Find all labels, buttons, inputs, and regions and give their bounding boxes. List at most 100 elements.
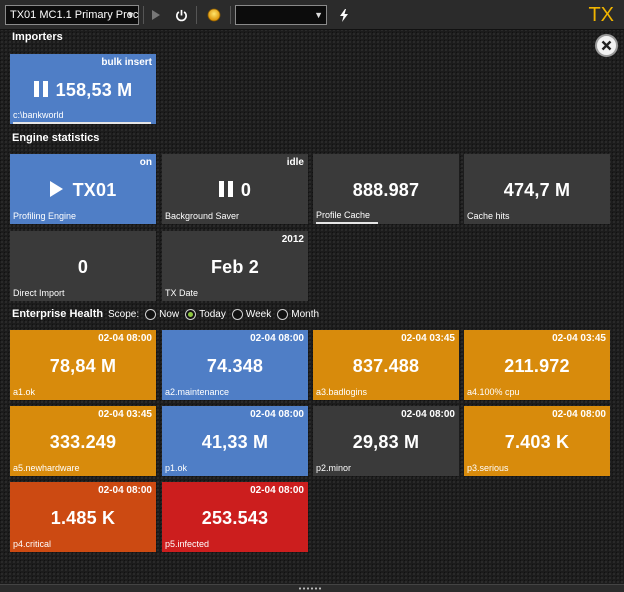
health-tile-a1-ok[interactable]: 02-04 08:00 78,84 M a1.ok [10, 330, 156, 400]
status-light-icon [207, 8, 221, 22]
toolbar-divider [196, 6, 197, 24]
tile-value: 78,84 M [49, 356, 117, 376]
resize-grip-icon[interactable] [298, 587, 322, 590]
engine-tile-profile-cache[interactable]: 888.987 Profile Cache [313, 154, 459, 224]
scope-radio-month[interactable]: Month [277, 308, 319, 320]
tile-value: 41,33 M [201, 432, 269, 452]
flash-button[interactable] [334, 5, 354, 25]
tile-value: Feb 2 [210, 257, 259, 277]
health-tile-a4-cpu[interactable]: 02-04 03:45 211.972 a4.100% cpu [464, 330, 610, 400]
status-light-button[interactable] [204, 5, 224, 25]
tile-value: 158,53 M [10, 80, 156, 101]
tile-timestamp: 02-04 08:00 [250, 409, 304, 420]
engine-tile-direct-import[interactable]: 0 Direct Import [10, 231, 156, 301]
importer-tile-bankworld[interactable]: bulk insert 158,53 M c:\bankworld [10, 54, 156, 124]
health-tile-p2-minor[interactable]: 02-04 08:00 29,83 M p2.minor [313, 406, 459, 476]
tile-status: bulk insert [101, 57, 152, 68]
tile-value: 0 [162, 180, 308, 201]
play-icon [152, 10, 160, 20]
close-icon [601, 40, 612, 51]
instance-select-value: TX01 MC1.1 Primary Proces [10, 9, 139, 21]
pause-icon [33, 81, 48, 97]
tile-label: TX Date [165, 288, 199, 298]
tile-timestamp: 02-04 08:00 [98, 333, 152, 344]
scope-label: Scope: [108, 308, 140, 320]
tile-value: 74.348 [206, 356, 264, 376]
tile-timestamp: 02-04 08:00 [250, 485, 304, 496]
tile-value: 1.485 K [50, 508, 116, 528]
tile-status: idle [286, 157, 304, 168]
tile-label: Profile Cache [316, 210, 371, 220]
play-button[interactable] [146, 5, 166, 25]
cache-fill-bar [316, 222, 378, 224]
mode-select[interactable]: ▼ [235, 5, 327, 25]
tile-label: p3.serious [467, 463, 509, 473]
power-button[interactable] [171, 5, 191, 25]
radio-icon [231, 308, 243, 320]
tile-label: c:\bankworld [13, 110, 64, 120]
tile-label: a2.maintenance [165, 387, 230, 397]
scope-radio-week[interactable]: Week [231, 308, 271, 320]
tile-value: 253.543 [201, 508, 269, 528]
tile-label: a3.badlogins [316, 387, 368, 397]
tile-label: p5.infected [165, 539, 210, 549]
health-tile-p3-serious[interactable]: 02-04 08:00 7.403 K p3.serious [464, 406, 610, 476]
tile-value: 29,83 M [352, 432, 420, 452]
tile-label: a4.100% cpu [467, 387, 520, 397]
import-progress-bar [13, 122, 151, 124]
tile-label: a1.ok [13, 387, 36, 397]
status-bar [0, 584, 624, 592]
health-tile-a3-badlogins[interactable]: 02-04 03:45 837.488 a3.badlogins [313, 330, 459, 400]
tile-timestamp: 02-04 08:00 [401, 409, 455, 420]
pause-icon [218, 181, 233, 197]
tile-value: 837.488 [352, 356, 420, 376]
instance-select[interactable]: TX01 MC1.1 Primary Proces ▼ [5, 5, 139, 25]
lightning-icon [340, 8, 348, 22]
engine-tile-profiling-engine[interactable]: on TX01 Profiling Engine [10, 154, 156, 224]
health-tile-a5-newhardware[interactable]: 02-04 03:45 333.249 a5.newhardware [10, 406, 156, 476]
tile-value: 211.972 [504, 356, 570, 376]
chevron-down-icon: ▼ [126, 10, 135, 20]
tile-status: 2012 [281, 234, 304, 245]
scope-radio-now[interactable]: Now [145, 308, 179, 320]
health-tile-p4-critical[interactable]: 02-04 08:00 1.485 K p4.critical [10, 482, 156, 552]
tile-value: 0 [77, 257, 89, 277]
tile-label: Cache hits [467, 211, 510, 221]
radio-selected-icon [185, 308, 197, 320]
brand-logo: TX [588, 4, 614, 26]
power-icon [175, 9, 187, 21]
close-button[interactable] [595, 34, 618, 57]
tile-timestamp: 02-04 08:00 [552, 409, 606, 420]
toolbar-divider [143, 6, 144, 24]
scope-selector: Scope: Now Today Week Month [108, 307, 325, 321]
tile-value: 888.987 [352, 180, 420, 200]
tile-label: p1.ok [165, 463, 188, 473]
toolbar-divider [230, 6, 231, 24]
tile-timestamp: 02-04 03:45 [401, 333, 455, 344]
engine-tile-background-saver[interactable]: idle 0 Background Saver [162, 154, 308, 224]
tile-value: 333.249 [49, 432, 117, 452]
radio-icon [277, 308, 289, 320]
tile-label: p4.critical [13, 539, 52, 549]
engine-statistics-title: Engine statistics [12, 132, 100, 144]
enterprise-health-title: Enterprise Health [12, 308, 104, 320]
tile-value: 7.403 K [504, 432, 570, 452]
engine-tile-cache-hits[interactable]: 474,7 M Cache hits [464, 154, 610, 224]
health-tile-p1-ok[interactable]: 02-04 08:00 41,33 M p1.ok [162, 406, 308, 476]
radio-icon [145, 308, 157, 320]
tile-timestamp: 02-04 03:45 [552, 333, 606, 344]
toolbar: TX01 MC1.1 Primary Proces ▼ ▼ TX [0, 0, 624, 30]
engine-tile-tx-date[interactable]: 2012 Feb 2 TX Date [162, 231, 308, 301]
tile-label: Background Saver [165, 211, 240, 221]
tile-label: a5.newhardware [13, 463, 80, 473]
tile-timestamp: 02-04 08:00 [98, 485, 152, 496]
chevron-down-icon: ▼ [314, 10, 323, 20]
tile-timestamp: 02-04 08:00 [250, 333, 304, 344]
tile-label: Direct Import [13, 288, 65, 298]
health-tile-p5-infected[interactable]: 02-04 08:00 253.543 p5.infected [162, 482, 308, 552]
tile-label: Profiling Engine [13, 211, 77, 221]
tile-value: TX01 [10, 180, 156, 201]
scope-radio-today[interactable]: Today [185, 308, 226, 320]
health-tile-a2-maintenance[interactable]: 02-04 08:00 74.348 a2.maintenance [162, 330, 308, 400]
tile-timestamp: 02-04 03:45 [98, 409, 152, 420]
